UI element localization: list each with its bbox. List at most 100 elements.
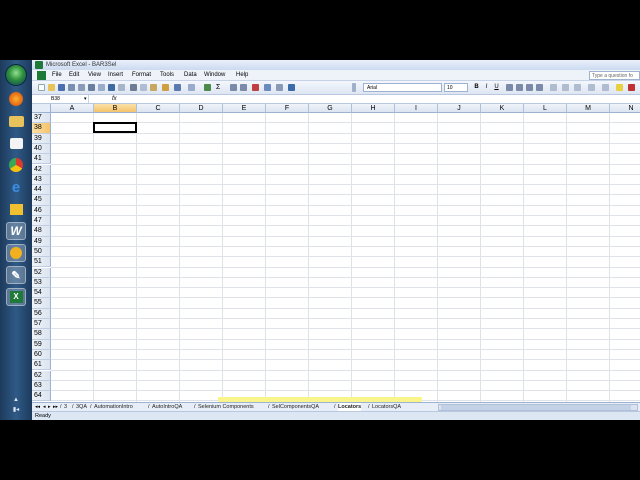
zoom-icon[interactable]	[276, 84, 283, 91]
bold-button[interactable]: B	[472, 83, 481, 92]
drawing-icon[interactable]	[264, 84, 271, 91]
font-color-icon[interactable]	[628, 84, 635, 91]
workbook-icon[interactable]	[37, 71, 46, 80]
print-preview-icon[interactable]	[98, 84, 105, 91]
menu-format[interactable]: Format	[132, 70, 151, 81]
autosum-icon[interactable]: Σ	[216, 84, 223, 91]
italic-button[interactable]: I	[482, 83, 491, 92]
column-header-b[interactable]: B	[94, 104, 137, 113]
internet-explorer-icon[interactable]: e	[6, 178, 26, 196]
row-header-48[interactable]: 48	[32, 226, 51, 237]
column-header-k[interactable]: K	[481, 104, 524, 113]
column-header-f[interactable]: F	[266, 104, 309, 113]
row-header-55[interactable]: 55	[32, 298, 51, 309]
row-header-62[interactable]: 62	[32, 370, 51, 381]
column-header-a[interactable]: A	[51, 104, 94, 113]
row-header-56[interactable]: 56	[32, 308, 51, 319]
hyperlink-icon[interactable]	[204, 84, 211, 91]
underline-button[interactable]: U	[492, 83, 501, 92]
row-header-45[interactable]: 45	[32, 195, 51, 206]
row-header-47[interactable]: 47	[32, 216, 51, 227]
toolbar-handle-icon[interactable]	[352, 83, 356, 92]
menu-insert[interactable]: Insert	[108, 70, 123, 81]
row-header-51[interactable]: 51	[32, 257, 51, 268]
word-icon[interactable]: W	[6, 222, 26, 240]
align-left-icon[interactable]	[506, 84, 513, 91]
formula-input[interactable]	[126, 95, 636, 103]
column-header-m[interactable]: M	[567, 104, 610, 113]
column-header-j[interactable]: J	[438, 104, 481, 113]
research-icon[interactable]	[118, 84, 125, 91]
sort-descending-icon[interactable]	[240, 84, 247, 91]
scrollbar-thumb[interactable]	[441, 405, 631, 410]
percent-icon[interactable]	[562, 84, 569, 91]
row-header-42[interactable]: 42	[32, 164, 51, 175]
menu-view[interactable]: View	[88, 70, 101, 81]
align-center-icon[interactable]	[516, 84, 523, 91]
help-search-input[interactable]: Type a question fo	[589, 71, 640, 80]
column-header-l[interactable]: L	[524, 104, 567, 113]
cut-icon[interactable]	[130, 84, 137, 91]
row-header-53[interactable]: 53	[32, 277, 51, 289]
row-header-40[interactable]: 40	[32, 143, 51, 155]
row-header-39[interactable]: 39	[32, 133, 51, 144]
name-box-dropdown-icon[interactable]: ▾	[84, 95, 87, 103]
menu-data[interactable]: Data	[184, 70, 197, 81]
media-player-icon[interactable]	[6, 134, 26, 152]
column-header-n[interactable]: N	[610, 104, 640, 113]
permission-icon[interactable]	[68, 84, 75, 91]
help-icon[interactable]	[288, 84, 295, 91]
menu-edit[interactable]: Edit	[69, 70, 79, 81]
menu-window[interactable]: Window	[204, 70, 225, 81]
spelling-icon[interactable]	[108, 84, 115, 91]
chrome-icon[interactable]	[6, 156, 26, 174]
format-painter-icon[interactable]	[162, 84, 169, 91]
row-header-49[interactable]: 49	[32, 236, 51, 247]
column-header-d[interactable]: D	[180, 104, 223, 113]
excel-taskbar-icon[interactable]: X	[6, 288, 26, 306]
sort-ascending-icon[interactable]	[230, 84, 237, 91]
font-name-select[interactable]: Arial	[363, 83, 442, 92]
folder-icon[interactable]	[6, 112, 26, 130]
insert-function-button[interactable]: fx	[112, 95, 122, 103]
tools-icon[interactable]: ✎	[6, 266, 26, 284]
name-box[interactable]: B38	[33, 95, 89, 103]
font-size-select[interactable]: 10	[444, 83, 468, 92]
column-header-c[interactable]: C	[137, 104, 180, 113]
fill-color-icon[interactable]	[616, 84, 623, 91]
horizontal-scrollbar[interactable]	[438, 404, 638, 411]
network-icon[interactable]	[6, 200, 26, 218]
column-header-g[interactable]: G	[309, 104, 352, 113]
comma-style-icon[interactable]	[574, 84, 581, 91]
column-header-h[interactable]: H	[352, 104, 395, 113]
row-header-57[interactable]: 57	[32, 319, 51, 330]
row-header-61[interactable]: 61	[32, 360, 51, 371]
column-header-e[interactable]: E	[223, 104, 266, 113]
tray-arrow-icon[interactable]: ▲	[13, 397, 19, 403]
paste-icon[interactable]	[150, 84, 157, 91]
open-icon[interactable]	[48, 84, 55, 91]
start-button[interactable]	[5, 64, 27, 86]
redo-icon[interactable]	[188, 84, 195, 91]
row-header-38[interactable]: 38	[32, 123, 51, 134]
save-icon[interactable]	[58, 84, 65, 91]
currency-icon[interactable]	[550, 84, 557, 91]
menu-tools[interactable]: Tools	[160, 70, 174, 81]
row-header-63[interactable]: 63	[32, 380, 51, 392]
new-icon[interactable]	[38, 84, 45, 91]
row-header-41[interactable]: 41	[32, 154, 51, 165]
tray-network-icon[interactable]: ▮◂	[13, 406, 19, 413]
row-header-50[interactable]: 50	[32, 246, 51, 258]
undo-icon[interactable]	[174, 84, 181, 91]
align-right-icon[interactable]	[526, 84, 533, 91]
row-header-54[interactable]: 54	[32, 288, 51, 299]
print-icon[interactable]	[88, 84, 95, 91]
column-header-i[interactable]: I	[395, 104, 438, 113]
row-header-59[interactable]: 59	[32, 339, 51, 350]
spreadsheet-grid[interactable]: ABCDEFGHIJKLMN 37 38 39 40 41 42 43 44 45 46 47 48 4…	[32, 104, 640, 418]
row-header-44[interactable]: 44	[32, 185, 51, 196]
row-header-37[interactable]: 37	[32, 113, 51, 124]
row-header-52[interactable]: 52	[32, 267, 51, 278]
active-cell[interactable]	[93, 122, 137, 133]
row-header-46[interactable]: 46	[32, 205, 51, 216]
